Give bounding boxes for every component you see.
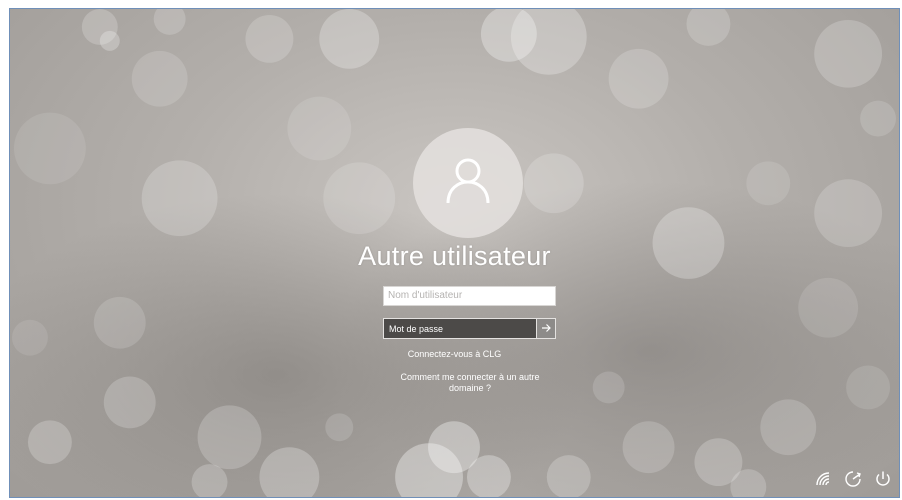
ease-of-access-icon[interactable] — [843, 469, 863, 489]
user-name: Autre utilisateur — [358, 241, 551, 271]
user-avatar — [413, 128, 523, 238]
password-input[interactable]: Mot de passe — [383, 318, 536, 339]
lock-screen: Autre utilisateur Nom d'utilisateur Mot … — [9, 8, 900, 498]
network-icon[interactable] — [813, 469, 833, 489]
submit-button[interactable] — [536, 318, 556, 339]
connect-link[interactable]: Connectez-vous à CLG — [10, 349, 899, 359]
username-input[interactable]: Nom d'utilisateur — [383, 286, 556, 306]
user-icon — [440, 153, 496, 214]
other-domain-help-link[interactable]: Comment me connecter à un autre domaine … — [395, 372, 545, 394]
sign-in-panel: Autre utilisateur Nom d'utilisateur Mot … — [10, 9, 899, 497]
password-row: Mot de passe — [383, 318, 556, 339]
arrow-right-icon — [541, 320, 551, 338]
system-tray — [813, 469, 893, 489]
power-icon[interactable] — [873, 469, 893, 489]
